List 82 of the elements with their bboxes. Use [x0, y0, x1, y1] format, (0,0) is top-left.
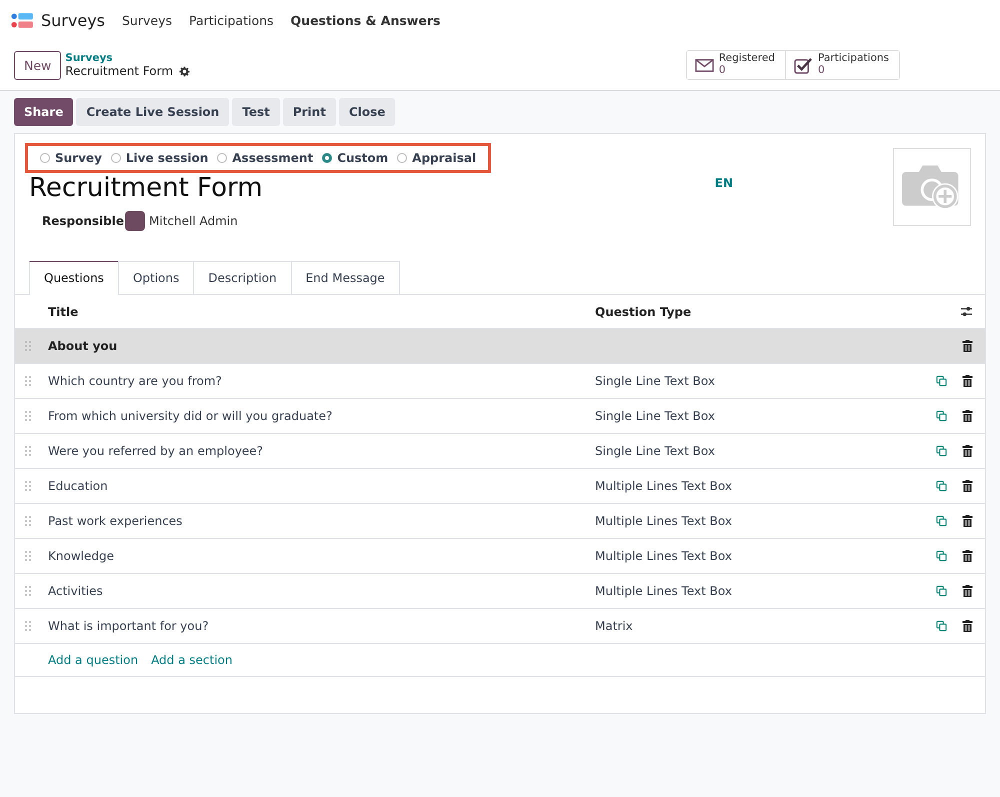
menu-item[interactable]: Participations: [189, 12, 274, 28]
tab[interactable]: Questions: [29, 261, 119, 295]
table-cell-text: Single Line Text Box: [595, 444, 716, 458]
language-button[interactable]: EN: [714, 176, 733, 261]
trash-icon[interactable]: [962, 480, 973, 492]
drag-handle-icon[interactable]: [25, 516, 31, 526]
copy-icon[interactable]: [936, 585, 947, 597]
copy-icon[interactable]: [936, 480, 947, 492]
radio-button[interactable]: [217, 153, 228, 163]
table-cell-text: Multiple Lines Text Box: [595, 514, 733, 528]
trash-icon[interactable]: [962, 445, 973, 457]
survey-type-option[interactable]: Survey: [40, 151, 102, 165]
trash-icon[interactable]: [962, 375, 973, 387]
copy-icon[interactable]: [936, 445, 947, 457]
table-cell-text: Were you referred by an employee?: [48, 444, 264, 458]
trash-icon[interactable]: [962, 410, 973, 422]
table-cell-text: Past work experiences: [48, 514, 184, 528]
form-title[interactable]: Recruitment Form: [29, 173, 715, 203]
table-cell-text: What is important for you?: [48, 619, 210, 633]
table-cell-text: Knowledge: [48, 549, 115, 563]
action-button[interactable]: Print: [282, 98, 336, 126]
table-cell-text: Single Line Text Box: [595, 374, 716, 388]
survey-type-option[interactable]: Appraisal: [397, 151, 476, 165]
trash-icon[interactable]: [962, 585, 973, 597]
trash-icon[interactable]: [962, 515, 973, 527]
drag-handle-icon[interactable]: [25, 551, 31, 561]
table-cell-text: From which university did or will you graduate?: [48, 409, 334, 423]
trash-icon[interactable]: [962, 340, 973, 352]
copy-icon[interactable]: [936, 515, 947, 527]
table-cell-text: Which country are you from?: [48, 374, 223, 388]
table-cell-text: Activities: [48, 584, 104, 598]
app-logo-icon: [11, 12, 34, 28]
app-name[interactable]: Surveys: [41, 10, 105, 30]
radio-button[interactable]: [40, 153, 50, 163]
table-cell-text: Multiple Lines Text Box: [595, 584, 733, 598]
action-button[interactable]: Close: [338, 98, 396, 126]
sliders-icon[interactable]: [960, 306, 973, 317]
copy-icon[interactable]: [936, 410, 947, 422]
trash-icon[interactable]: [962, 550, 973, 562]
drag-handle-icon[interactable]: [25, 411, 31, 421]
survey-type-option[interactable]: Custom: [322, 151, 388, 165]
survey-type-option[interactable]: Live session: [110, 151, 208, 165]
menu-item[interactable]: Surveys: [122, 12, 172, 28]
breadcrumb-link[interactable]: Surveys: [65, 52, 190, 64]
column-header[interactable]: Question Type: [595, 304, 960, 318]
radio-button[interactable]: [110, 153, 121, 163]
drag-handle-icon[interactable]: [25, 621, 31, 631]
radio-button[interactable]: [397, 153, 408, 163]
survey-type-option[interactable]: Assessment: [217, 151, 314, 165]
tab[interactable]: End Message: [290, 261, 400, 294]
trash-icon[interactable]: [962, 620, 973, 632]
table-cell-text: Single Line Text Box: [595, 409, 716, 423]
new-button[interactable]: New: [14, 50, 62, 80]
table-cell-text: Multiple Lines Text Box: [595, 549, 733, 563]
table-cell-text: Education: [48, 479, 109, 493]
menu-item[interactable]: Questions & Answers: [290, 12, 440, 28]
drag-handle-icon[interactable]: [25, 341, 31, 351]
add-question-link[interactable]: Add a question: [48, 653, 138, 667]
copy-icon[interactable]: [936, 375, 947, 387]
column-header[interactable]: Title: [48, 304, 595, 318]
radio-button[interactable]: [322, 153, 332, 163]
table-cell-text: Multiple Lines Text Box: [595, 479, 733, 493]
envelope-icon: [694, 56, 714, 74]
action-button[interactable]: Share: [14, 98, 74, 126]
avatar-icon: [125, 211, 145, 231]
action-button[interactable]: Test: [232, 98, 280, 126]
action-button[interactable]: Create Live Session: [76, 98, 230, 126]
add-section-link[interactable]: Add a section: [151, 653, 232, 667]
field-label: Responsible: [42, 214, 125, 228]
copy-icon[interactable]: [936, 620, 947, 632]
table-cell-text: Matrix: [595, 619, 634, 633]
user-name[interactable]: Mitchell Admin: [149, 214, 238, 228]
settings-icon[interactable]: [179, 66, 190, 76]
drag-handle-icon[interactable]: [25, 481, 31, 491]
drag-handle-icon[interactable]: [25, 446, 31, 456]
stat-button[interactable]: Registered 0: [686, 51, 786, 79]
drag-handle-icon[interactable]: [25, 586, 31, 596]
table-cell-text: About you: [48, 339, 118, 353]
record-name: Recruitment Form: [65, 64, 174, 78]
copy-icon[interactable]: [936, 550, 947, 562]
checkbox-icon: [794, 56, 813, 74]
drag-handle-icon[interactable]: [25, 376, 31, 386]
